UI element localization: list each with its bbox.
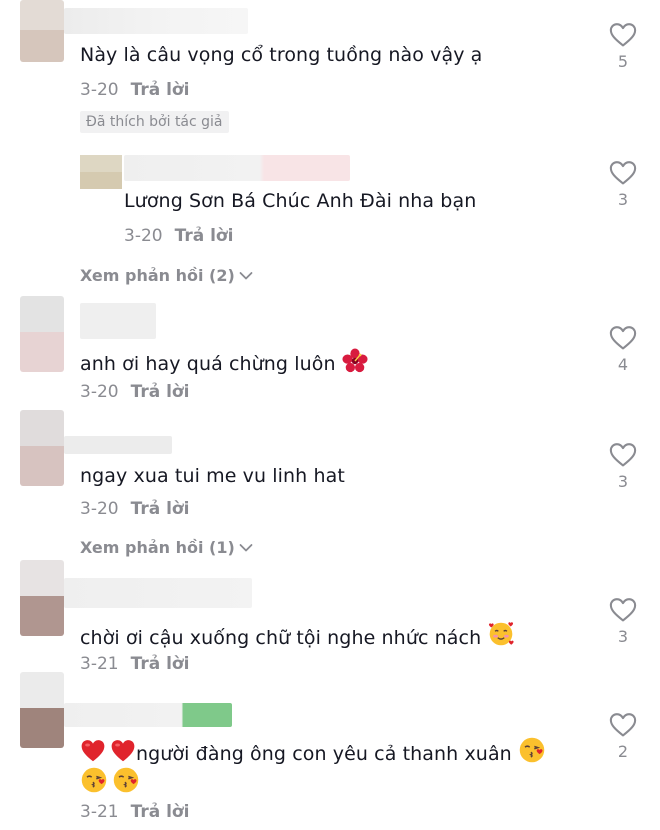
reply-date: 3-20 bbox=[124, 226, 163, 246]
comment-text: chời ơi cậu xuống chữ tội nghe nhức nách bbox=[80, 620, 515, 649]
avatar[interactable] bbox=[20, 560, 64, 636]
view-replies-label: Xem phản hồi (2) bbox=[80, 266, 235, 285]
reply-button[interactable]: Trả lời bbox=[131, 382, 190, 402]
avatar[interactable] bbox=[20, 296, 64, 372]
reply-button[interactable]: Trả lời bbox=[131, 80, 190, 100]
heart-outline-icon[interactable] bbox=[609, 712, 637, 738]
heart-outline-icon[interactable] bbox=[609, 22, 637, 48]
reply-meta: 3-20 Trả lời bbox=[124, 226, 233, 246]
like-count: 3 bbox=[617, 190, 629, 209]
comment-text: người đàng ông con yêu cả thanh xuân bbox=[80, 736, 546, 765]
view-replies-button[interactable]: Xem phản hồi (1) bbox=[80, 538, 253, 557]
like-count: 5 bbox=[617, 52, 629, 71]
red-heart-emoji bbox=[110, 738, 136, 764]
avatar[interactable] bbox=[20, 0, 64, 62]
comment-text: anh ơi hay quá chừng luôn bbox=[80, 348, 368, 375]
chevron-down-icon bbox=[239, 543, 253, 553]
username[interactable] bbox=[64, 8, 248, 34]
comment-text: Này là câu vọng cổ trong tuồng nào vậy ạ bbox=[80, 44, 483, 66]
heart-outline-icon[interactable] bbox=[609, 442, 637, 468]
username[interactable] bbox=[64, 436, 172, 454]
heart-outline-icon[interactable] bbox=[609, 160, 637, 186]
like-button[interactable]: 3 bbox=[603, 597, 643, 646]
reply-button[interactable]: Trả lời bbox=[175, 226, 234, 246]
comment-text-continuation bbox=[80, 766, 140, 794]
face-blowing-kiss-emoji bbox=[80, 766, 108, 794]
hibiscus-emoji bbox=[342, 348, 368, 374]
smiling-face-with-hearts-emoji bbox=[487, 620, 515, 648]
comment-date: 3-21 bbox=[80, 802, 119, 822]
avatar[interactable] bbox=[20, 672, 64, 748]
comment-meta: 3-20 Trả lời bbox=[80, 499, 189, 519]
comment-meta: 3-20 Trả lời bbox=[80, 382, 189, 402]
like-button[interactable]: 2 bbox=[603, 712, 643, 761]
like-button[interactable]: 4 bbox=[603, 325, 643, 374]
username[interactable] bbox=[64, 578, 252, 608]
avatar[interactable] bbox=[20, 410, 64, 486]
reply-button[interactable]: Trả lời bbox=[131, 654, 190, 674]
comment-meta: 3-21 Trả lời bbox=[80, 654, 189, 674]
comment-date: 3-20 bbox=[80, 80, 119, 100]
heart-outline-icon[interactable] bbox=[609, 325, 637, 351]
username[interactable] bbox=[80, 303, 156, 339]
like-count: 3 bbox=[617, 472, 629, 491]
comment-date: 3-20 bbox=[80, 499, 119, 519]
comment-meta: 3-21 Trả lời bbox=[80, 802, 189, 822]
like-count: 2 bbox=[617, 742, 629, 761]
reply-button[interactable]: Trả lời bbox=[131, 499, 190, 519]
comment-text-content: người đàng ông con yêu cả thanh xuân bbox=[136, 743, 512, 765]
red-heart-emoji bbox=[80, 738, 106, 764]
like-button[interactable]: 3 bbox=[603, 442, 643, 491]
face-blowing-kiss-emoji bbox=[112, 766, 140, 794]
like-count: 3 bbox=[617, 627, 629, 646]
username[interactable] bbox=[64, 703, 232, 727]
comment-text-content: anh ơi hay quá chừng luôn bbox=[80, 353, 336, 375]
reply-avatar[interactable] bbox=[80, 155, 122, 189]
liked-by-author-badge: Đã thích bởi tác giả bbox=[80, 111, 229, 133]
view-replies-button[interactable]: Xem phản hồi (2) bbox=[80, 266, 253, 285]
chevron-down-icon bbox=[239, 271, 253, 281]
comment-text-content: chời ơi cậu xuống chữ tội nghe nhức nách bbox=[80, 627, 482, 649]
like-button[interactable]: 5 bbox=[603, 22, 643, 71]
reply-username[interactable] bbox=[124, 155, 350, 181]
comment-date: 3-20 bbox=[80, 382, 119, 402]
reply-text: Lương Sơn Bá Chúc Anh Đài nha bạn bbox=[124, 190, 477, 212]
heart-outline-icon[interactable] bbox=[609, 597, 637, 623]
reply-button[interactable]: Trả lời bbox=[131, 802, 190, 822]
comment-text: ngay xua tui me vu linh hat bbox=[80, 465, 345, 487]
comment-meta: 3-20 Trả lời bbox=[80, 80, 189, 100]
like-count: 4 bbox=[617, 355, 629, 374]
comment-date: 3-21 bbox=[80, 654, 119, 674]
face-blowing-kiss-emoji bbox=[518, 736, 546, 764]
like-button[interactable]: 3 bbox=[603, 160, 643, 209]
view-replies-label: Xem phản hồi (1) bbox=[80, 538, 235, 557]
